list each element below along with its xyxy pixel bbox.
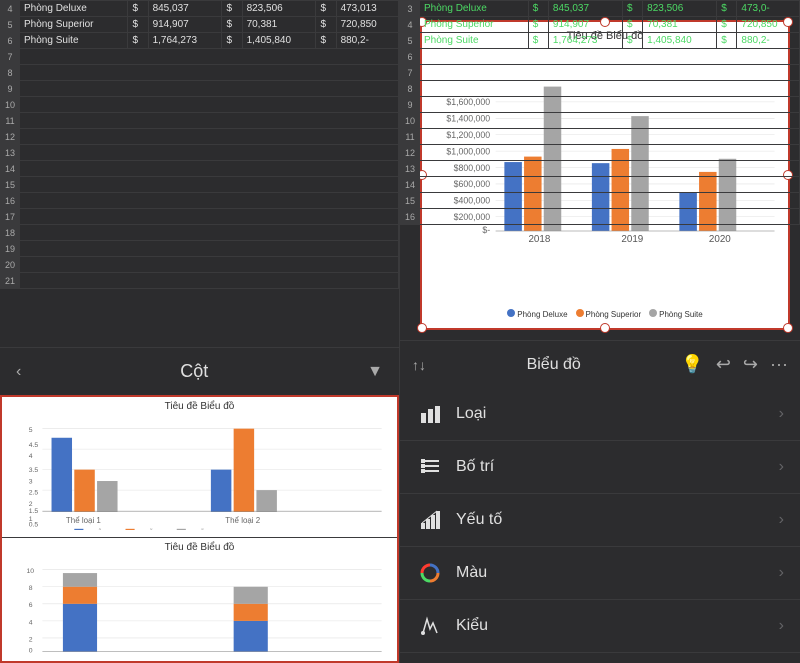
svg-text:2: 2 bbox=[29, 636, 33, 643]
svg-text:4.5: 4.5 bbox=[29, 442, 39, 449]
chart1-svg: 5 4.5 4 3.5 3 2.5 2 1.5 1 0.5 bbox=[6, 414, 393, 530]
svg-text:1.5: 1.5 bbox=[29, 508, 39, 515]
settings-menu: Loại › Bố trí › bbox=[400, 388, 800, 663]
menu-label-yeuto: Yếu tố bbox=[456, 511, 779, 529]
menu-item-mau[interactable]: Màu › bbox=[400, 547, 800, 600]
chart-preview-1[interactable]: Tiêu đề Biểu đồ 5 4.5 4 3.5 3 2.5 2 1.5 … bbox=[2, 397, 397, 538]
kieu-chevron: › bbox=[779, 617, 784, 635]
svg-text:$-: $- bbox=[482, 225, 490, 235]
svg-text:2019: 2019 bbox=[621, 234, 643, 245]
chart-legend: Phòng Deluxe Phòng Superior Phòng Suite bbox=[430, 309, 780, 319]
svg-text:Chuỗi1: Chuỗi1 bbox=[86, 528, 108, 530]
mau-icon bbox=[416, 559, 444, 587]
chart-preview-2[interactable]: Tiêu đề Biểu đồ 10 8 6 4 2 0 bbox=[2, 538, 397, 663]
resize-handle-br[interactable] bbox=[783, 323, 793, 333]
yeuto-icon bbox=[416, 506, 444, 534]
chart1-title: Tiêu đề Biểu đồ bbox=[6, 401, 393, 412]
svg-text:4: 4 bbox=[29, 453, 33, 460]
svg-text:Chuỗi2: Chuỗi2 bbox=[137, 528, 159, 530]
botri-icon bbox=[416, 453, 444, 481]
left-spreadsheet: 4 Phòng Deluxe $ 845,037 $ 823,506 $ 473… bbox=[0, 0, 399, 347]
right-bottom-tab[interactable]: ↑↓ Biểu đồ 💡 ↩ ↪ ··· bbox=[400, 340, 800, 388]
mau-chevron: › bbox=[779, 564, 784, 582]
kieu-icon bbox=[416, 612, 444, 640]
svg-text:2.5: 2.5 bbox=[29, 490, 39, 497]
loai-chevron: › bbox=[779, 405, 784, 423]
menu-item-kieu[interactable]: Kiểu › bbox=[400, 600, 800, 653]
svg-text:5: 5 bbox=[29, 427, 33, 434]
svg-text:10: 10 bbox=[26, 568, 34, 575]
resize-handle-bl[interactable] bbox=[417, 323, 427, 333]
right-panel: 3 Phòng Deluxe $ 845,037 $ 823,506 $ 473… bbox=[400, 0, 800, 663]
left-panel: 4 Phòng Deluxe $ 845,037 $ 823,506 $ 473… bbox=[0, 0, 400, 663]
menu-item-loai[interactable]: Loại › bbox=[400, 388, 800, 441]
svg-text:4: 4 bbox=[29, 619, 33, 626]
tab-icon-group: 💡 ↩ ↪ ··· bbox=[681, 354, 788, 375]
svg-text:0.5: 0.5 bbox=[29, 522, 39, 529]
menu-item-botri[interactable]: Bố trí › bbox=[400, 441, 800, 494]
left-tab-chevron: ▼ bbox=[367, 363, 383, 381]
svg-text:Chuỗi3: Chuỗi3 bbox=[188, 528, 210, 530]
left-tab-icon: ‹ bbox=[16, 363, 21, 381]
menu-label-mau: Màu bbox=[456, 564, 779, 582]
left-bottom-tab[interactable]: ‹ Cột ▼ bbox=[0, 347, 399, 395]
loai-icon bbox=[416, 400, 444, 428]
more-icon[interactable]: ··· bbox=[770, 354, 788, 375]
svg-text:Thể loại 1: Thể loại 1 bbox=[66, 516, 102, 525]
menu-label-kieu: Kiểu bbox=[456, 617, 779, 635]
menu-label-botri: Bố trí bbox=[456, 458, 779, 476]
right-tab-label: Biểu đồ bbox=[527, 356, 581, 374]
svg-text:0: 0 bbox=[29, 648, 33, 655]
svg-text:6: 6 bbox=[29, 602, 33, 609]
undo-icon[interactable]: ↩ bbox=[716, 354, 731, 375]
yeuto-chevron: › bbox=[779, 511, 784, 529]
left-tab-label: Cột bbox=[180, 361, 208, 382]
chart2-svg: 10 8 6 4 2 0 bbox=[6, 555, 393, 663]
menu-label-loai: Loại bbox=[456, 405, 779, 423]
right-tab-icon-up: ↑↓ bbox=[412, 357, 426, 373]
right-spreadsheet: 3 Phòng Deluxe $ 845,037 $ 823,506 $ 473… bbox=[400, 0, 800, 340]
svg-text:3: 3 bbox=[29, 478, 33, 485]
chart2-title: Tiêu đề Biểu đồ bbox=[6, 542, 393, 553]
chart-previews-area: Tiêu đề Biểu đồ 5 4.5 4 3.5 3 2.5 2 1.5 … bbox=[0, 395, 399, 663]
botri-chevron: › bbox=[779, 458, 784, 476]
menu-item-yeuto[interactable]: Yếu tố › bbox=[400, 494, 800, 547]
redo-icon[interactable]: ↪ bbox=[743, 354, 758, 375]
svg-text:2018: 2018 bbox=[528, 234, 550, 245]
bulb-icon[interactable]: 💡 bbox=[681, 354, 703, 375]
svg-text:8: 8 bbox=[29, 585, 33, 592]
svg-text:Thể loại 2: Thể loại 2 bbox=[225, 516, 261, 525]
resize-handle-bm[interactable] bbox=[600, 323, 610, 333]
svg-text:2020: 2020 bbox=[709, 234, 731, 245]
svg-text:3.5: 3.5 bbox=[29, 467, 39, 474]
